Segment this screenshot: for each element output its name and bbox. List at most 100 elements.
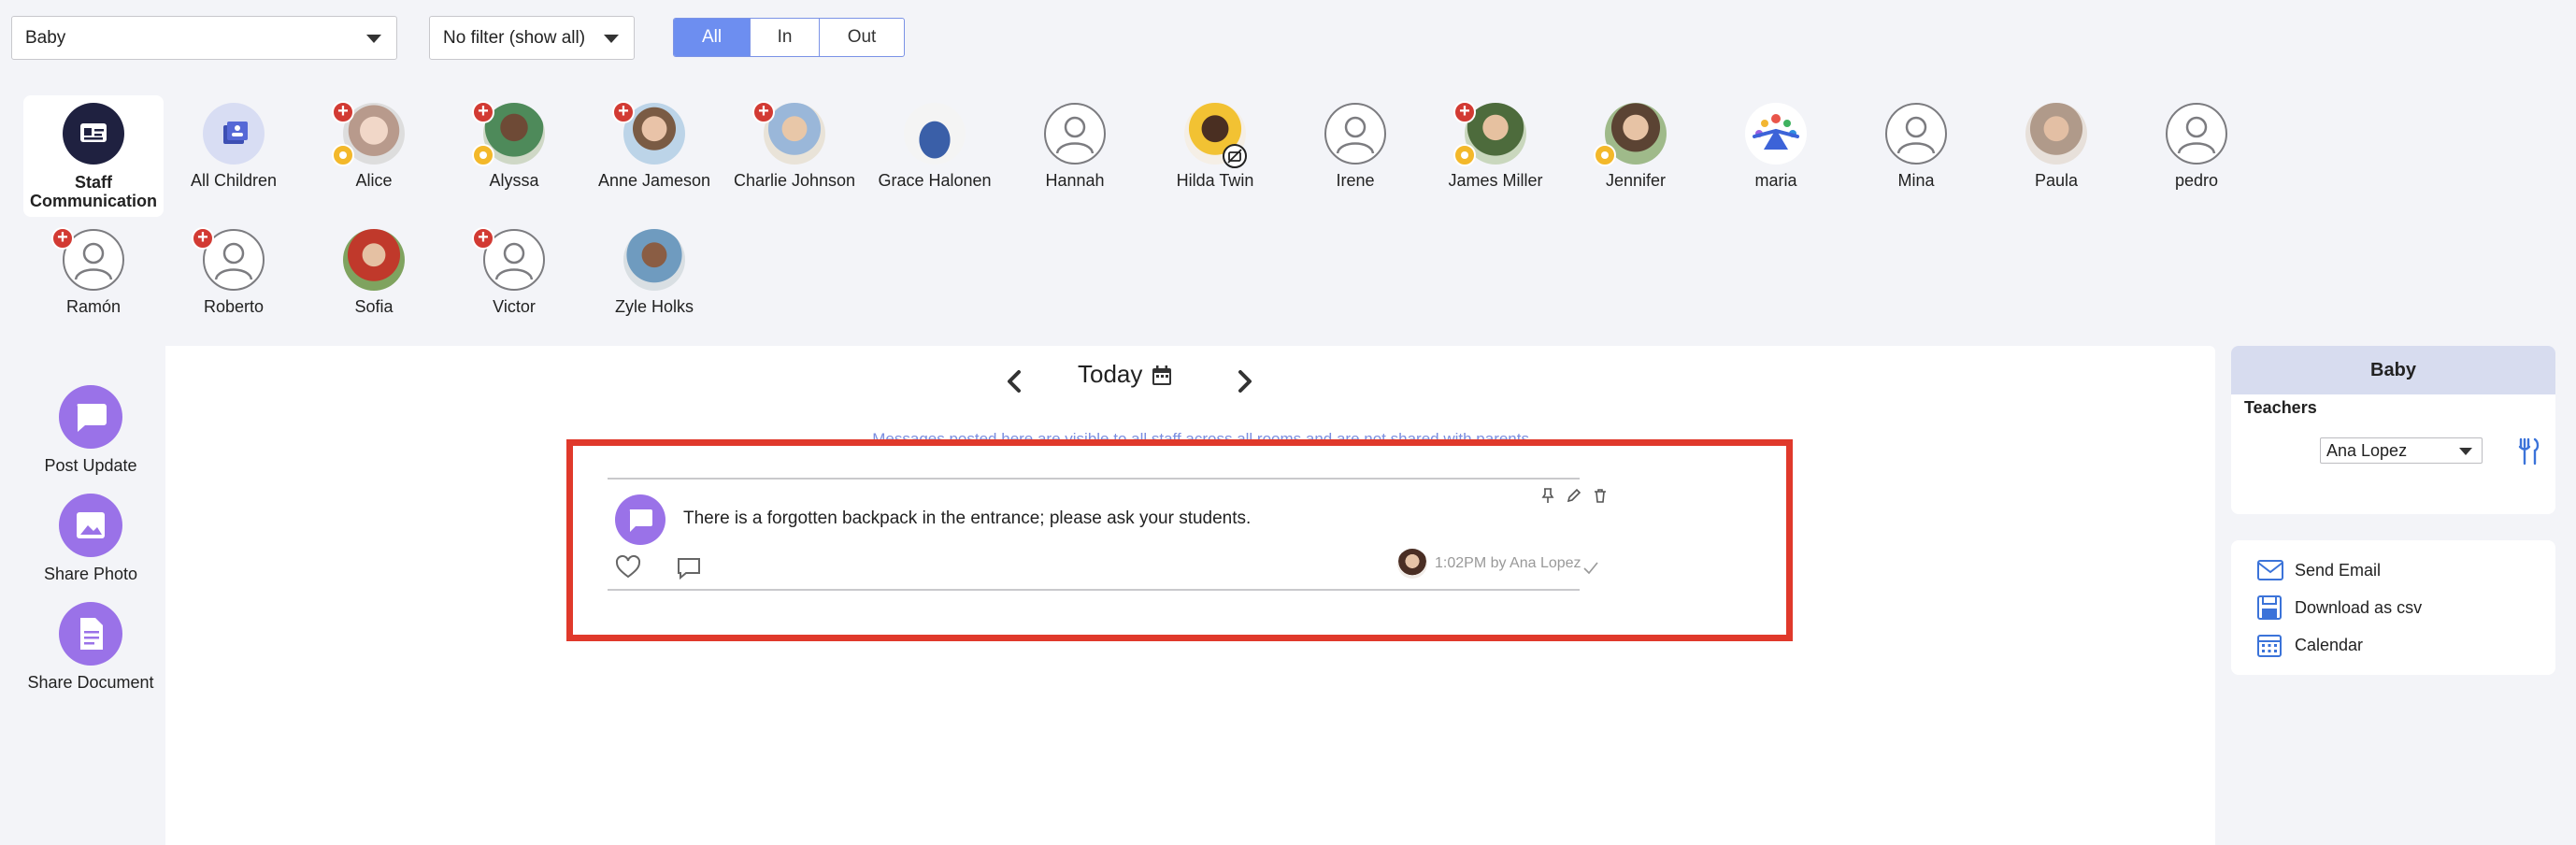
teacher-select[interactable]: Ana Lopez: [2320, 437, 2483, 464]
chevron-right-icon: [1238, 370, 1252, 393]
medical-alert-icon: +: [612, 101, 635, 123]
child-name: Mina: [1897, 171, 1935, 190]
post-top-divider: [608, 478, 1580, 480]
teacher-select-value: Ana Lopez: [2326, 441, 2408, 460]
calendar-label: Calendar: [2295, 636, 2364, 654]
document-icon: [59, 602, 122, 666]
child-photo: [904, 103, 966, 165]
child-victor[interactable]: + Victor: [444, 227, 584, 322]
chevron-down-icon: [2459, 448, 2472, 455]
chevron-left-icon: [1008, 370, 1021, 393]
comment-icon[interactable]: [676, 555, 702, 581]
chevron-down-icon: [366, 35, 381, 43]
child-grace-halonen[interactable]: Grace Halonen: [865, 103, 1005, 196]
child-anne-jameson[interactable]: + Anne Jameson: [584, 101, 724, 196]
date-label[interactable]: Today: [1078, 359, 1142, 389]
allergy-badge-icon: [1453, 144, 1476, 166]
child-name: Alice: [355, 171, 393, 190]
medical-alert-icon: +: [332, 101, 354, 123]
allergy-badge-icon: [1594, 144, 1616, 166]
child-james-miller[interactable]: + James Miller: [1425, 101, 1566, 196]
chat-bubble-icon: [59, 385, 122, 449]
trash-icon[interactable]: [1592, 487, 1609, 504]
floppy-disk-icon: [2257, 595, 2282, 620]
child-roberto[interactable]: + Roberto: [164, 227, 304, 322]
chevron-down-icon: [604, 35, 619, 43]
status-filter-select[interactable]: No filter (show all): [429, 16, 635, 60]
child-name: Hilda Twin: [1176, 171, 1254, 190]
child-irene[interactable]: Irene: [1285, 103, 1425, 196]
child-name: Paula: [2034, 171, 2079, 190]
medical-alert-icon: +: [1453, 101, 1476, 123]
share-document-button[interactable]: Share Document: [11, 602, 170, 693]
calendar-icon[interactable]: [1151, 365, 1173, 387]
edit-pencil-icon[interactable]: [1566, 487, 1582, 504]
avatar-placeholder-icon: [1044, 103, 1106, 165]
child-name: Ramón: [65, 297, 122, 316]
maria-logo-icon: [1745, 103, 1807, 165]
child-name: Jennifer: [1605, 171, 1667, 190]
child-name: All Children: [190, 171, 278, 190]
allergy-badge-icon: [332, 144, 354, 166]
staff-id-card-icon: [63, 103, 124, 165]
child-name: Roberto: [203, 297, 265, 316]
avatar-placeholder-icon: [2166, 103, 2227, 165]
allergy-badge-icon: [472, 144, 494, 166]
child-staff-communication[interactable]: Staff Communication: [23, 95, 164, 217]
all-children-icon: [203, 103, 265, 165]
meal-utensils-icon[interactable]: [2516, 437, 2540, 465]
child-maria[interactable]: maria: [1706, 103, 1846, 196]
child-alice[interactable]: + Alice: [304, 101, 444, 196]
child-alyssa[interactable]: + Alyssa: [444, 101, 584, 196]
child-ramon[interactable]: + Ramón: [23, 227, 164, 322]
child-charlie-johnson[interactable]: + Charlie Johnson: [724, 101, 865, 196]
medical-alert-icon: +: [752, 101, 775, 123]
calendar-grid-icon: [2257, 635, 2282, 657]
child-name: Zyle Holks: [614, 297, 694, 316]
child-name: Anne Jameson: [597, 171, 711, 190]
share-photo-button[interactable]: Share Photo: [11, 494, 170, 584]
attendance-toggle: All In Out: [673, 18, 905, 57]
child-all-children[interactable]: All Children: [164, 103, 304, 196]
post-update-button[interactable]: Post Update: [11, 385, 170, 476]
avatar-placeholder-icon: [1885, 103, 1947, 165]
pin-icon[interactable]: [1539, 487, 1556, 504]
author-avatar: [1397, 549, 1427, 579]
heart-like-icon[interactable]: [615, 554, 641, 580]
child-name: Irene: [1336, 171, 1375, 190]
medical-alert-icon: +: [51, 227, 74, 250]
child-paula[interactable]: Paula: [1986, 103, 2126, 196]
segment-all[interactable]: All: [674, 19, 751, 56]
room-select[interactable]: Baby: [11, 16, 397, 60]
download-csv-label: Download as csv: [2295, 598, 2423, 617]
child-zyle-holks[interactable]: Zyle Holks: [584, 229, 724, 322]
child-pedro[interactable]: pedro: [2126, 103, 2267, 196]
next-day-button[interactable]: [1231, 363, 1259, 400]
child-name: maria: [1754, 171, 1797, 190]
child-name: Alyssa: [489, 171, 539, 190]
previous-day-button[interactable]: [1000, 363, 1028, 400]
no-photo-icon: [1223, 144, 1247, 168]
share-photo-label: Share Photo: [43, 565, 138, 583]
checkmark-icon: [1582, 560, 1599, 575]
links-card: Send Email Download as csv Calendar: [2231, 540, 2555, 675]
child-hannah[interactable]: Hannah: [1005, 103, 1145, 196]
segment-out[interactable]: Out: [820, 19, 904, 56]
child-mina[interactable]: Mina: [1846, 103, 1986, 196]
post-bottom-divider: [608, 589, 1580, 591]
child-name: Staff Communication: [29, 173, 157, 210]
post-update-label: Post Update: [44, 456, 137, 475]
share-document-label: Share Document: [27, 673, 154, 692]
child-hilda-twin[interactable]: Hilda Twin: [1145, 103, 1285, 196]
medical-alert-icon: +: [192, 227, 214, 250]
child-name: pedro: [2174, 171, 2219, 190]
child-sofia[interactable]: Sofia: [304, 229, 444, 322]
child-name: Sofia: [354, 297, 394, 316]
segment-in[interactable]: In: [751, 19, 820, 56]
image-icon: [59, 494, 122, 557]
teachers-label: Teachers: [2244, 398, 2317, 417]
child-name: Charlie Johnson: [733, 171, 856, 190]
highlighted-post-frame: There is a forgotten backpack in the ent…: [566, 439, 1793, 641]
child-jennifer[interactable]: Jennifer: [1566, 103, 1706, 196]
child-photo: [343, 229, 405, 291]
